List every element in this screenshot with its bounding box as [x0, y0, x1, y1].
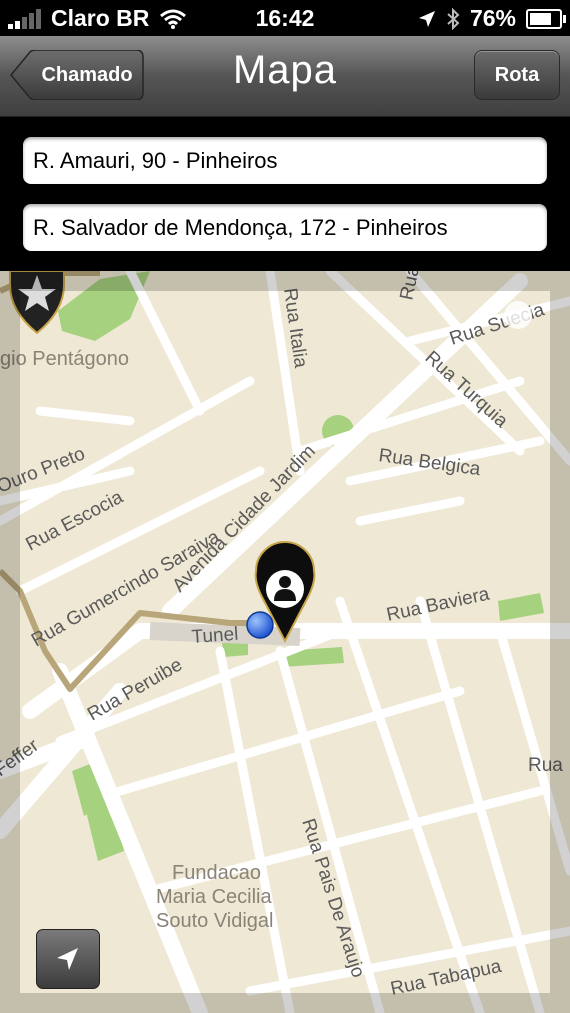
location-arrow-icon [418, 10, 435, 27]
current-location-button[interactable] [36, 929, 100, 989]
status-bar: Claro BR 16:42 76% [0, 0, 570, 36]
destination-field[interactable]: R. Salvador de Mendonça, 172 - Pinheiros [23, 204, 547, 251]
poi-label: Souto Vidigal [156, 910, 274, 932]
battery-percent: 76% [469, 5, 516, 31]
poi-label: Fundacao [172, 862, 261, 884]
origin-field[interactable]: R. Amauri, 90 - Pinheiros [23, 137, 547, 184]
battery-fill [530, 12, 552, 25]
route-button[interactable]: Rota [474, 50, 560, 100]
page-curl-icon [504, 301, 532, 329]
street-label: Rua Baviera [385, 584, 492, 626]
navigation-bar: Chamado Mapa Rota [0, 36, 570, 117]
address-fields: R. Amauri, 90 - Pinheiros R. Salvador de… [0, 117, 570, 271]
map-canvas: Rua Italia Rua Suecia Rua Turquia Rua Be… [0, 271, 570, 1013]
bluetooth-icon [447, 7, 460, 30]
location-arrow-icon [57, 948, 78, 970]
map-view[interactable]: Rua Italia Rua Suecia Rua Turquia Rua Be… [0, 271, 570, 1013]
battery-icon [526, 8, 566, 29]
user-location-dot [246, 611, 274, 639]
poi-label: Maria Cecilia [156, 886, 272, 908]
status-right: 76% [418, 5, 566, 32]
street-label: Tunel [191, 624, 239, 648]
